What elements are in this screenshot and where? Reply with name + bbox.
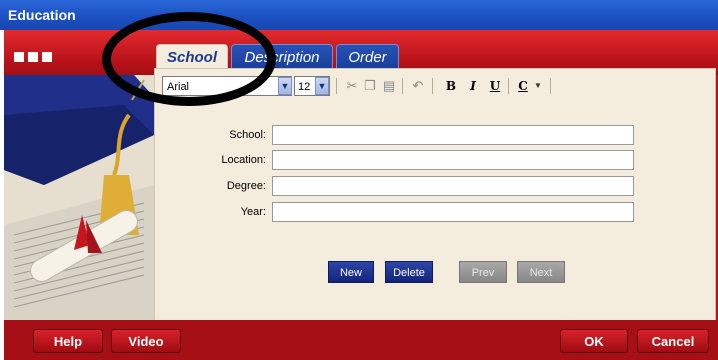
degree-field[interactable] — [272, 176, 634, 196]
location-label: Location: — [221, 154, 266, 166]
delete-button[interactable]: Delete — [385, 261, 433, 283]
square-icon — [14, 52, 24, 62]
underline-button[interactable]: U — [486, 78, 504, 94]
font-select[interactable]: Arial — [162, 76, 292, 96]
paste-icon[interactable]: ▤ — [381, 78, 397, 94]
new-button[interactable]: New — [328, 261, 374, 283]
undo-icon[interactable]: ↶ — [410, 78, 426, 94]
year-field[interactable] — [272, 202, 634, 222]
bold-button[interactable]: B — [442, 78, 460, 94]
video-button[interactable]: Video — [111, 329, 181, 353]
size-select-value: 12 — [298, 81, 311, 93]
window-title: Education — [8, 7, 76, 23]
education-window: Education School Description Order Arial… — [0, 0, 718, 360]
square-icon — [28, 52, 38, 62]
tab-description[interactable]: Description — [231, 44, 333, 70]
graduation-image — [4, 75, 154, 320]
formatting-toolbar: Arial ▼ 12 ▼ ✂ ❐ ▤ ↶ B I U C ▼ — [162, 76, 556, 98]
toolbar-separator — [432, 78, 433, 94]
degree-label: Degree: — [226, 180, 266, 192]
cancel-button[interactable]: Cancel — [637, 329, 709, 353]
ok-button[interactable]: OK — [560, 329, 628, 353]
square-icon — [42, 52, 52, 62]
tab-school-label: School — [166, 49, 217, 66]
tab-order-label: Order — [348, 49, 387, 66]
italic-button[interactable]: I — [464, 78, 482, 94]
tab-description-label: Description — [244, 49, 320, 66]
toolbar-separator — [508, 78, 509, 94]
next-button[interactable]: Next — [517, 261, 565, 283]
window-menu-icon[interactable] — [14, 52, 52, 62]
color-dropdown-chevron-icon[interactable]: ▼ — [530, 78, 546, 94]
size-dropdown-chevron-icon[interactable]: ▼ — [315, 77, 329, 95]
location-field[interactable] — [272, 150, 634, 170]
prev-button[interactable]: Prev — [459, 261, 507, 283]
title-bar: Education — [0, 0, 718, 30]
graduation-cap-diploma-icon — [4, 75, 154, 320]
cut-icon[interactable]: ✂ — [344, 78, 360, 94]
toolbar-separator — [402, 78, 403, 94]
help-button[interactable]: Help — [33, 329, 103, 353]
school-field[interactable] — [272, 125, 634, 145]
toolbar-separator — [550, 78, 551, 94]
year-label: Year: — [240, 206, 266, 218]
school-label: School: — [229, 129, 266, 141]
font-select-value: Arial — [167, 81, 190, 93]
tab-order[interactable]: Order — [336, 44, 399, 70]
copy-icon[interactable]: ❐ — [362, 78, 378, 94]
toolbar-separator — [336, 78, 337, 94]
font-dropdown-chevron-icon[interactable]: ▼ — [278, 77, 292, 95]
